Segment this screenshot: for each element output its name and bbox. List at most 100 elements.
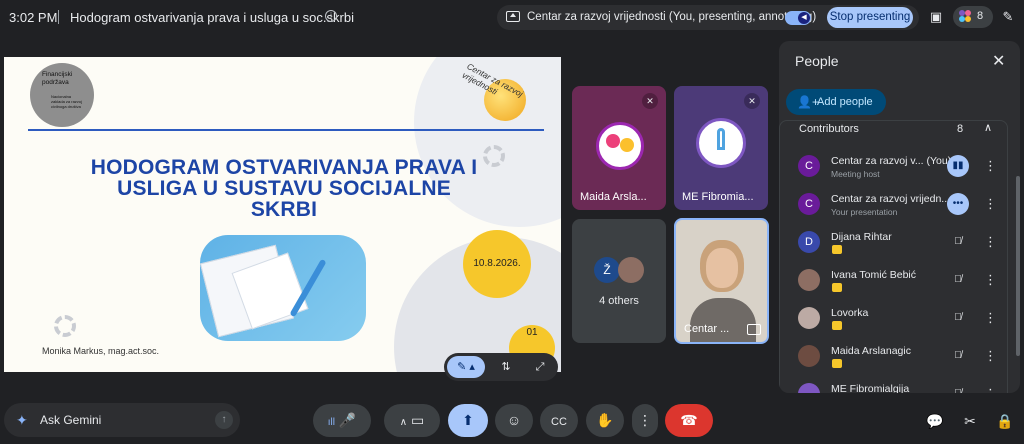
decorative-ring <box>54 315 76 337</box>
microphone-button[interactable]: ıll 🎤 <box>313 404 371 437</box>
end-call-icon: ☎ <box>680 412 698 428</box>
emoji-icon: ☺ <box>506 412 522 428</box>
captions-button[interactable]: CC <box>540 404 578 437</box>
present-button[interactable]: ⬆ <box>448 404 488 437</box>
participant-tile-me-fibromialgija[interactable]: ✕ ME Fibromia... <box>674 86 768 210</box>
audio-level-icon: ıll <box>327 417 335 428</box>
presentation-slide: Financijski podržava Nacionalna zaklada … <box>4 57 561 372</box>
speaking-indicator-icon: ▮▮ <box>947 155 969 177</box>
swap-icon[interactable]: ⇅ <box>495 356 517 378</box>
decorative-ring <box>483 145 505 167</box>
host-controls-icon[interactable]: 🔒 <box>992 408 1018 434</box>
more-options-icon[interactable]: ⋮ <box>984 269 997 291</box>
participant-avatar <box>618 257 644 283</box>
mic-off-icon[interactable]: 🎙̸ <box>947 269 969 291</box>
leave-call-button[interactable]: ☎ <box>665 404 713 437</box>
chevron-up-icon[interactable]: ∧ <box>984 121 992 134</box>
presentation-icon <box>747 324 761 335</box>
participant-count: 8 <box>977 10 984 22</box>
reactions-button[interactable]: ☺ <box>495 404 533 437</box>
slide-page-number: 01 <box>526 327 538 338</box>
fullscreen-icon[interactable]: ⤢ <box>528 356 552 378</box>
more-horiz-icon[interactable]: ••• <box>947 193 969 215</box>
activities-icon[interactable]: ✂ <box>957 408 983 434</box>
info-icon[interactable]: i <box>325 10 337 22</box>
sponsor-logo-subtext: Nacionalna zaklada za razvoj civilnoga d… <box>51 94 82 109</box>
presentation-tag-icon <box>832 283 842 292</box>
more-options-icon[interactable]: ⋮ <box>984 383 997 393</box>
avatar <box>798 269 820 291</box>
avatar: D <box>798 231 820 253</box>
gemini-sparkle-icon: ✦ <box>16 412 28 428</box>
person-body <box>690 298 756 342</box>
chat-icon[interactable]: 💬 <box>922 408 948 434</box>
presentation-tag-icon <box>832 359 842 368</box>
participants-button[interactable]: 8 <box>953 6 993 28</box>
more-options-icon[interactable]: ⋮ <box>984 231 997 253</box>
ask-gemini-label: Ask Gemini <box>40 413 102 427</box>
people-scrollbar[interactable] <box>1016 176 1020 356</box>
close-icon[interactable]: ✕ <box>992 51 1005 71</box>
raise-hand-icon: ✋ <box>596 412 614 428</box>
people-panel: People ✕ 👤+ Add people Contributors 8 ∧ … <box>779 41 1020 393</box>
participant-role: Your presentation <box>831 207 898 217</box>
more-options-icon: ⋮ <box>638 412 652 428</box>
send-arrow-icon[interactable]: ↑ <box>215 411 233 429</box>
avatar-decoration <box>620 138 634 152</box>
presentation-tag-icon <box>832 245 842 254</box>
participant-row[interactable]: ME Fibromialgija 🎙̸ ⋮ <box>779 377 1008 393</box>
avatar: C <box>798 193 820 215</box>
mic-off-icon[interactable]: 🎙̸ <box>947 307 969 329</box>
presentation-audio-toggle[interactable]: ◀ <box>785 11 811 25</box>
participant-row[interactable]: C Centar za razvoj vrijedn... Your prese… <box>779 187 1008 223</box>
meeting-title: Hodogram ostvarivanja prava i usluga u s… <box>70 10 354 25</box>
add-person-icon: 👤+ <box>797 95 819 109</box>
participant-name: Centar za razvoj v... (You) <box>831 155 952 167</box>
participant-role: Meeting host <box>831 169 880 179</box>
others-count: 4 others <box>599 295 639 307</box>
picture-in-picture-off-icon[interactable]: ▣ <box>926 8 946 26</box>
stop-presenting-button[interactable]: Stop presenting <box>827 7 913 28</box>
self-view-tile[interactable]: Centar ... <box>674 218 769 344</box>
participants-avatars-icon <box>959 10 973 24</box>
volume-icon: ◀ <box>798 12 810 24</box>
avatar <box>798 307 820 329</box>
top-bar: 3:02 PM Hodogram ostvarivanja prava i us… <box>0 0 1024 34</box>
mic-off-icon[interactable]: 🎙̸ <box>947 345 969 367</box>
ask-gemini-bar[interactable]: ✦ Ask Gemini ↑ <box>4 403 240 437</box>
captions-icon: CC <box>551 416 567 428</box>
slide-author: Monika Markus, mag.act.soc. <box>42 346 160 356</box>
avatar-decoration <box>606 134 620 148</box>
participant-row[interactable]: D Dijana Rihtar 🎙̸ ⋮ <box>779 225 1008 261</box>
participant-row[interactable]: Ivana Tomić Bebić 🎙̸ ⋮ <box>779 263 1008 299</box>
clock: 3:02 PM <box>9 10 58 25</box>
section-title: Contributors <box>799 123 859 135</box>
ribbon-icon <box>717 128 725 150</box>
participant-name: Lovorka <box>831 307 869 319</box>
presenting-banner: Centar za razvoj vrijednosti (You, prese… <box>497 5 919 30</box>
participant-row[interactable]: Lovorka 🎙̸ ⋮ <box>779 301 1008 337</box>
mic-off-icon[interactable]: 🎙̸ <box>947 231 969 253</box>
participant-name: Centar za razvoj vrijedn... <box>831 193 951 205</box>
more-options-button[interactable]: ⋮ <box>632 404 658 437</box>
add-people-button[interactable]: 👤+ Add people <box>786 89 886 115</box>
chevron-up-icon: ∧ <box>399 417 408 428</box>
camera-button[interactable]: ∧ ▭ <box>384 404 440 437</box>
participant-name: Maida Arsla... <box>580 191 647 203</box>
raise-hand-button[interactable]: ✋ <box>586 404 624 437</box>
edit-pen-icon[interactable]: ✎ <box>998 8 1018 26</box>
participant-tile-maida[interactable]: ✕ Maida Arsla... <box>572 86 666 210</box>
participant-name: Maida Arslanagic <box>831 345 911 357</box>
more-options-icon[interactable]: ⋮ <box>984 193 997 215</box>
other-participants-tile[interactable]: Ž 4 others <box>572 219 666 343</box>
participant-row[interactable]: C Centar za razvoj v... (You) Meeting ho… <box>779 149 1008 185</box>
panel-title: People <box>795 53 839 69</box>
mic-off-icon: ✕ <box>642 93 658 109</box>
more-options-icon[interactable]: ⋮ <box>984 345 997 367</box>
annotate-pen-icon[interactable]: ✎ ▴ <box>447 356 485 378</box>
more-options-icon[interactable]: ⋮ <box>984 307 997 329</box>
mic-off-icon[interactable]: 🎙̸ <box>947 383 969 393</box>
more-options-icon[interactable]: ⋮ <box>984 155 997 177</box>
participant-row[interactable]: Maida Arslanagic 🎙̸ ⋮ <box>779 339 1008 375</box>
sponsor-logo-text: Financijski podržava <box>42 71 73 86</box>
